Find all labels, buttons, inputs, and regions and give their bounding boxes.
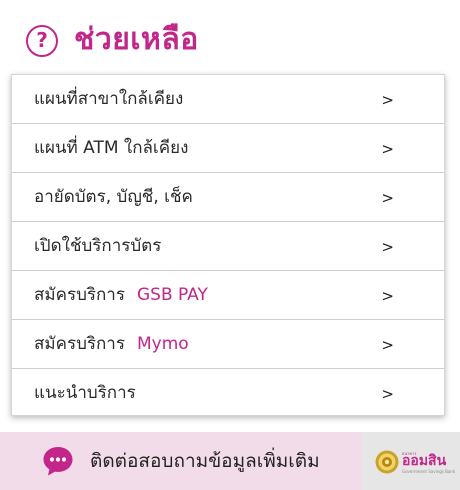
menu-item-label: แนะนำบริการ bbox=[34, 383, 136, 403]
help-circle-icon: ? bbox=[26, 25, 58, 57]
menu-item-atm-map[interactable]: แผนที่ ATM ใกล้เคียง > bbox=[12, 124, 444, 173]
chevron-right-icon: > bbox=[381, 189, 394, 207]
menu-item-service-guide[interactable]: แนะนำบริการ > bbox=[12, 369, 444, 418]
gsb-logo: ธนาคาร ออมสิน Government Savings Bank bbox=[361, 432, 460, 490]
service-name-highlight: GSB PAY bbox=[136, 285, 208, 305]
menu-item-register-mymo[interactable]: สมัครบริการ Mymo > bbox=[12, 320, 444, 369]
chevron-right-icon: > bbox=[381, 385, 394, 403]
menu-item-branch-map[interactable]: แผนที่สาขาใกล้เคียง > bbox=[12, 75, 444, 124]
contact-us-button[interactable]: ติดต่อสอบถามข้อมูลเพิ่มเติม bbox=[0, 432, 361, 490]
chevron-right-icon: > bbox=[381, 336, 394, 354]
chevron-right-icon: > bbox=[381, 91, 394, 109]
help-menu-list: แผนที่สาขาใกล้เคียง > แผนที่ ATM ใกล้เคี… bbox=[11, 74, 445, 416]
page-title: ช่วยเหลือ bbox=[74, 22, 199, 57]
menu-item-activate-card[interactable]: เปิดใช้บริการบัตร > bbox=[12, 222, 444, 271]
contact-label: ติดต่อสอบถามข้อมูลเพิ่มเติม bbox=[90, 450, 320, 472]
chevron-right-icon: > bbox=[381, 287, 394, 305]
chat-bubble-icon bbox=[43, 447, 73, 476]
gsb-emblem-icon bbox=[375, 450, 399, 474]
menu-item-label: สมัครบริการ GSB PAY bbox=[34, 285, 208, 305]
menu-item-label: อายัดบัตร, บัญชี, เช็ค bbox=[34, 187, 193, 207]
logo-text: ออมสิน bbox=[402, 453, 447, 469]
chevron-right-icon: > bbox=[381, 238, 394, 256]
footer: ติดต่อสอบถามข้อมูลเพิ่มเติม ธนาคาร ออมสิ… bbox=[0, 432, 460, 490]
chevron-right-icon: > bbox=[381, 140, 394, 158]
menu-item-register-gsb-pay[interactable]: สมัครบริการ GSB PAY > bbox=[12, 271, 444, 320]
header: ? ช่วยเหลือ bbox=[0, 0, 460, 76]
menu-item-label: แผนที่ ATM ใกล้เคียง bbox=[34, 138, 189, 158]
menu-item-freeze-card[interactable]: อายัดบัตร, บัญชี, เช็ค > bbox=[12, 173, 444, 222]
service-name-highlight: Mymo bbox=[136, 334, 189, 354]
menu-item-label: เปิดใช้บริการบัตร bbox=[34, 236, 162, 256]
menu-item-label: สมัครบริการ Mymo bbox=[34, 334, 189, 354]
menu-item-label: แผนที่สาขาใกล้เคียง bbox=[34, 89, 184, 109]
logo-sub-text: Government Savings Bank bbox=[402, 469, 456, 474]
